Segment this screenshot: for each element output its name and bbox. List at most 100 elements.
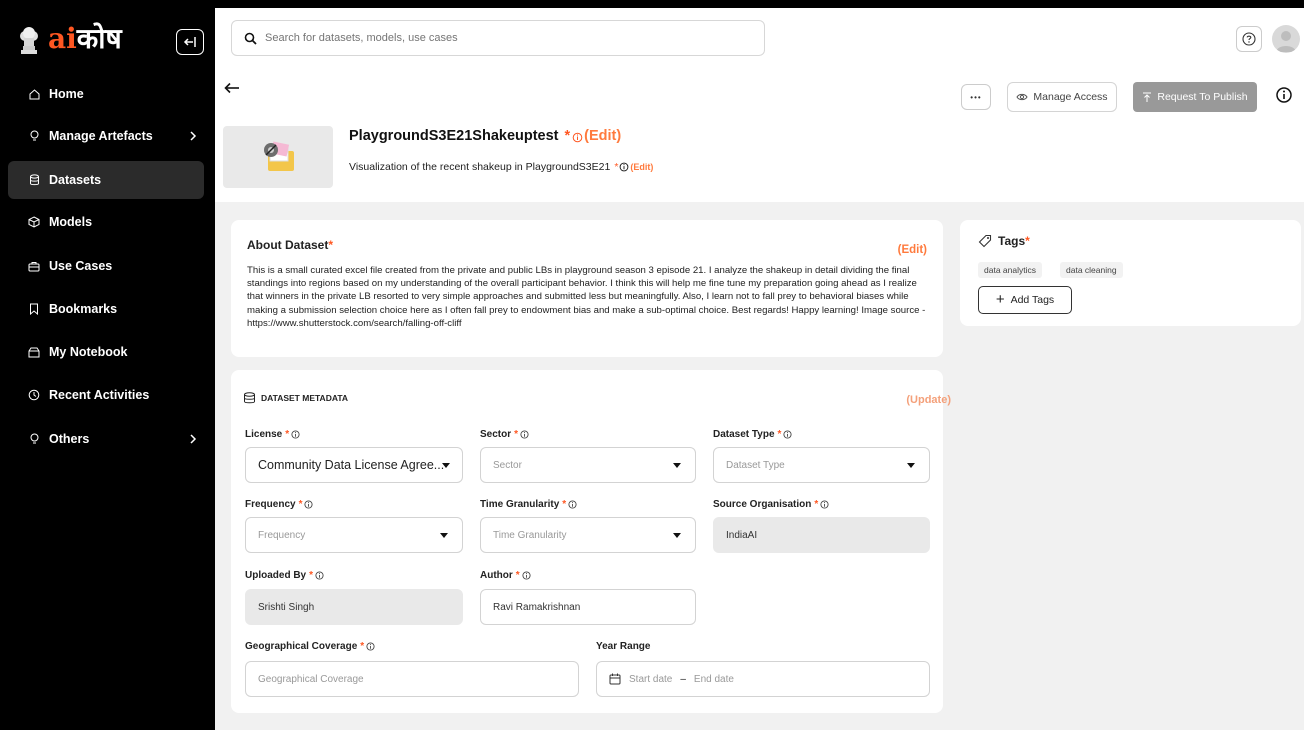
sidebar-item-label: Recent Activities xyxy=(49,388,150,402)
info-small-icon xyxy=(783,430,792,439)
year-range-picker[interactable]: Start date – End date xyxy=(596,661,930,697)
caret-down-icon xyxy=(673,533,681,538)
more-options-button[interactable]: ••• xyxy=(961,84,991,110)
sidebar-item-use-cases[interactable]: Use Cases xyxy=(8,247,204,285)
logo-kosh-text: कोष xyxy=(76,22,122,55)
sidebar-item-models[interactable]: Models xyxy=(8,203,204,241)
caret-down-icon xyxy=(440,533,448,538)
required-star: * xyxy=(285,429,290,440)
time-granularity-label: Time Granularity * xyxy=(480,499,577,510)
sidebar-item-label: Others xyxy=(49,432,90,446)
top-bar xyxy=(215,0,1304,68)
help-button[interactable] xyxy=(1236,26,1262,52)
geographical-coverage-label: Geographical Coverage * xyxy=(245,641,375,652)
add-tags-label: Add Tags xyxy=(1010,294,1055,306)
lightbulb-icon xyxy=(28,130,40,142)
dataset-type-placeholder: Dataset Type xyxy=(726,459,785,471)
update-metadata-link[interactable]: (Update) xyxy=(906,394,951,406)
notebook-icon xyxy=(28,346,40,358)
sector-label: Sector * xyxy=(480,429,529,440)
search-icon xyxy=(244,32,257,45)
info-small-icon xyxy=(820,500,829,509)
time-granularity-label-text: Time Granularity xyxy=(480,499,560,510)
info-small-icon xyxy=(572,132,583,142)
caret-down-icon xyxy=(907,463,915,468)
license-label: License * xyxy=(245,429,300,440)
sidebar-item-home[interactable]: Home xyxy=(8,75,204,113)
license-select[interactable]: Community Data License Agree... xyxy=(245,447,463,483)
edit-subtitle-link[interactable]: (Edit) xyxy=(630,162,653,172)
user-icon xyxy=(1276,31,1296,52)
info-small-icon xyxy=(315,571,324,580)
sidebar-item-bookmarks[interactable]: Bookmarks xyxy=(8,290,204,328)
sidebar-item-label: Home xyxy=(49,87,84,101)
cube-icon xyxy=(28,216,40,228)
metadata-title: DATASET METADATA xyxy=(243,392,348,404)
sector-select[interactable]: Sector xyxy=(480,447,696,483)
caret-down-icon xyxy=(442,463,450,468)
required-star: * xyxy=(564,128,571,144)
add-tags-button[interactable]: + Add Tags xyxy=(978,286,1072,314)
briefcase-icon xyxy=(28,260,40,272)
edit-title-link[interactable]: (Edit) xyxy=(584,128,621,144)
sidebar-item-manage-artefacts[interactable]: Manage Artefacts xyxy=(8,117,204,155)
dataset-type-select[interactable]: Dataset Type xyxy=(713,447,930,483)
dataset-subtitle: Visualization of the recent shakeup in P… xyxy=(349,161,611,173)
about-title-text: About Dataset xyxy=(247,238,329,252)
sidebar-item-recent-activities[interactable]: Recent Activities xyxy=(8,376,204,414)
dataset-type-label-text: Dataset Type xyxy=(713,429,775,440)
database-icon xyxy=(28,174,40,186)
request-to-publish-button[interactable]: Request To Publish xyxy=(1133,82,1257,112)
uploaded-by-field: Srishti Singh xyxy=(245,589,463,625)
avatar[interactable] xyxy=(1272,25,1300,53)
caret-down-icon xyxy=(673,463,681,468)
dataset-title-row: PlaygroundS3E21Shakeuptest * (Edit) xyxy=(349,128,621,144)
dataset-title: PlaygroundS3E21Shakeuptest xyxy=(349,128,559,144)
ellipsis-icon: ••• xyxy=(970,92,982,102)
sidebar-item-others[interactable]: Others xyxy=(8,420,204,458)
tag-chip[interactable]: data analytics xyxy=(978,262,1042,278)
info-icon[interactable] xyxy=(1275,86,1293,104)
sector-placeholder: Sector xyxy=(493,459,522,471)
info-small-icon xyxy=(366,642,375,651)
back-arrow-icon[interactable] xyxy=(223,80,241,96)
required-star: * xyxy=(614,161,619,173)
author-input[interactable]: Ravi Ramakrishnan xyxy=(480,589,696,625)
source-organisation-value: IndiaAI xyxy=(726,529,758,541)
time-granularity-select[interactable]: Time Granularity xyxy=(480,517,696,553)
required-star: * xyxy=(1025,234,1030,248)
sidebar-item-label: Models xyxy=(49,215,93,229)
author-label: Author * xyxy=(480,570,531,581)
frequency-select[interactable]: Frequency xyxy=(245,517,463,553)
search-input[interactable] xyxy=(265,32,745,44)
home-icon xyxy=(28,88,40,100)
info-small-icon xyxy=(520,430,529,439)
date-separator: – xyxy=(680,673,686,685)
tag-chip[interactable]: data cleaning xyxy=(1060,262,1123,278)
sidebar-item-label: Bookmarks xyxy=(49,302,118,316)
plus-icon: + xyxy=(995,291,1005,308)
required-star: * xyxy=(814,499,819,510)
logo[interactable]: aiकोष xyxy=(0,20,215,64)
start-date-placeholder[interactable]: Start date xyxy=(629,674,672,685)
database-icon xyxy=(244,392,255,404)
search-bar[interactable] xyxy=(231,20,765,56)
edit-about-link[interactable]: (Edit) xyxy=(898,244,927,256)
end-date-placeholder[interactable]: End date xyxy=(694,674,734,685)
geographical-coverage-placeholder: Geographical Coverage xyxy=(258,673,364,685)
manage-access-button[interactable]: Manage Access xyxy=(1007,82,1117,112)
about-title: About Dataset* xyxy=(247,238,333,252)
dataset-subtitle-row: Visualization of the recent shakeup in P… xyxy=(349,161,653,173)
sidebar-item-datasets[interactable]: Datasets xyxy=(8,161,204,199)
required-star: * xyxy=(562,499,567,510)
frequency-label-text: Frequency xyxy=(245,499,296,510)
required-star: * xyxy=(298,499,303,510)
collapse-sidebar-button[interactable] xyxy=(176,29,204,55)
sidebar-item-my-notebook[interactable]: My Notebook xyxy=(8,333,204,371)
info-small-icon xyxy=(304,500,314,509)
chevron-right-icon xyxy=(190,434,197,444)
logo-ai-text: ai xyxy=(48,22,77,55)
geographical-coverage-input[interactable]: Geographical Coverage xyxy=(245,661,579,697)
source-organisation-label-text: Source Organisation xyxy=(713,499,812,510)
manage-access-label: Manage Access xyxy=(1033,91,1108,103)
